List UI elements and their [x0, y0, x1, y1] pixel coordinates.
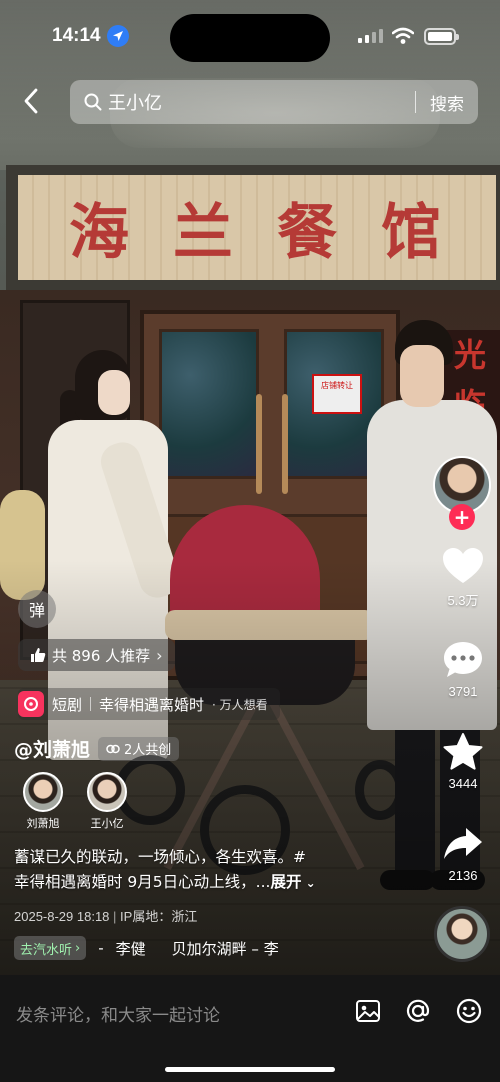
- comment-button[interactable]: 3791: [430, 638, 496, 699]
- sign-char: 海: [69, 198, 133, 268]
- search-query[interactable]: 王小亿: [108, 89, 415, 115]
- share-button[interactable]: 2136: [430, 822, 496, 883]
- thumbs-up-icon: [31, 648, 46, 662]
- dynamic-island: [170, 14, 330, 62]
- comment-count: 3791: [448, 684, 478, 699]
- chevron-left-icon: [24, 88, 38, 114]
- music-dash: -: [98, 939, 104, 957]
- comment-bubble-icon: [430, 638, 496, 682]
- sign-char: 馆: [381, 198, 445, 268]
- creator-item[interactable]: 王小亿: [84, 772, 130, 831]
- chevron-right-icon: ›: [156, 645, 163, 665]
- emoji-icon[interactable]: [455, 997, 483, 1025]
- favorite-count: 3444: [448, 776, 478, 791]
- follow-button[interactable]: +: [449, 504, 475, 530]
- battery-icon: [424, 28, 459, 45]
- creator-name: 王小亿: [90, 817, 124, 830]
- video-caption[interactable]: 蓄谋已久的联动，一场倾心，各生欢喜。# 幸得相遇离婚时 9月5日心动上线，...…: [14, 845, 384, 896]
- sign-char: 兰: [173, 198, 237, 268]
- wifi-icon: [391, 27, 415, 49]
- co-creation-badge[interactable]: 2人共创: [98, 736, 180, 761]
- search-button[interactable]: 搜索: [430, 90, 464, 115]
- door-notice: 店铺转让: [312, 374, 362, 414]
- author-row: @刘萧旭 2人共创: [14, 735, 180, 762]
- chevron-down-icon: ⌄: [301, 876, 316, 890]
- like-button[interactable]: 5.3万: [430, 544, 496, 609]
- sign-char: 餐: [277, 198, 341, 268]
- music-artist: 李健: [115, 939, 146, 958]
- expand-button[interactable]: 展开 ⌄: [270, 873, 315, 891]
- drama-subtitle: · 万人想看: [212, 697, 268, 712]
- status-bar: 14:14: [0, 0, 500, 75]
- mention-icon[interactable]: [404, 997, 432, 1025]
- author-name[interactable]: @刘萧旭: [14, 735, 90, 762]
- share-count: 2136: [448, 868, 478, 883]
- post-meta: 2025-8-29 18:18 | IP属地：浙江: [14, 906, 197, 925]
- search-divider: [415, 91, 416, 113]
- post-date: 2025-8-29 18:18: [14, 909, 110, 924]
- qishui-tag[interactable]: 去汽水听 ›: [14, 936, 87, 960]
- caption-line: 幸得相遇离婚时 9月5日心动上线，...: [14, 873, 271, 891]
- location-arrow-icon: [106, 25, 129, 47]
- like-count: 5.3万: [447, 593, 479, 608]
- heart-icon: [430, 544, 496, 588]
- music-song: 贝加尔湖畔 – 李: [171, 939, 279, 958]
- door-handle: [282, 394, 288, 494]
- share-arrow-icon: [430, 822, 496, 866]
- creator-name: 刘萧旭: [26, 817, 60, 830]
- cellular-signal-icon: [358, 29, 383, 43]
- image-icon[interactable]: [354, 997, 382, 1025]
- link-icon: [106, 744, 120, 753]
- star-icon: [430, 730, 496, 774]
- short-drama-link[interactable]: 短剧 幸得相遇离婚时 · 万人想看: [18, 688, 280, 720]
- short-drama-label: 短剧: [52, 695, 83, 714]
- recommend-pill[interactable]: 共 896 人推荐 ›: [18, 639, 175, 671]
- clock-time: 14:14: [52, 25, 101, 46]
- ip-location: IP属地：浙江: [120, 909, 198, 924]
- comment-input[interactable]: 发条评论，和大家一起讨论: [16, 1001, 220, 1026]
- shop-sign-text: 海 兰 餐 馆: [18, 175, 496, 280]
- divider: [90, 697, 92, 711]
- caption-line: 蓄谋已久的联动，一场倾心，各生欢喜。#: [14, 848, 306, 866]
- co-creation-label: 2人共创: [124, 743, 172, 758]
- avatar: [23, 772, 63, 812]
- back-button[interactable]: [16, 86, 46, 116]
- search-icon: [84, 93, 102, 111]
- music-row[interactable]: 去汽水听 › - 李健 贝加尔湖畔 – 李: [14, 936, 279, 960]
- short-drama-icon: [18, 691, 44, 717]
- clock: 14:14: [52, 25, 129, 47]
- search-bar[interactable]: 王小亿 搜索: [70, 80, 478, 124]
- home-indicator[interactable]: [165, 1067, 335, 1072]
- meta-separator: |: [113, 909, 121, 924]
- comment-bar: 发条评论，和大家一起讨论: [0, 975, 500, 1082]
- creator-item[interactable]: 刘萧旭: [20, 772, 66, 831]
- recommend-count: 共 896 人推荐: [52, 646, 151, 665]
- favorite-button[interactable]: 3444: [430, 730, 496, 791]
- music-disc[interactable]: [434, 906, 490, 962]
- avatar: [87, 772, 127, 812]
- door-handle: [256, 394, 262, 494]
- chevron-right-icon: ›: [75, 940, 81, 956]
- danmaku-toggle[interactable]: 弹: [18, 590, 56, 628]
- co-creators-list: 刘萧旭 王小亿: [20, 772, 130, 831]
- drama-title: 幸得相遇离婚时: [99, 695, 205, 714]
